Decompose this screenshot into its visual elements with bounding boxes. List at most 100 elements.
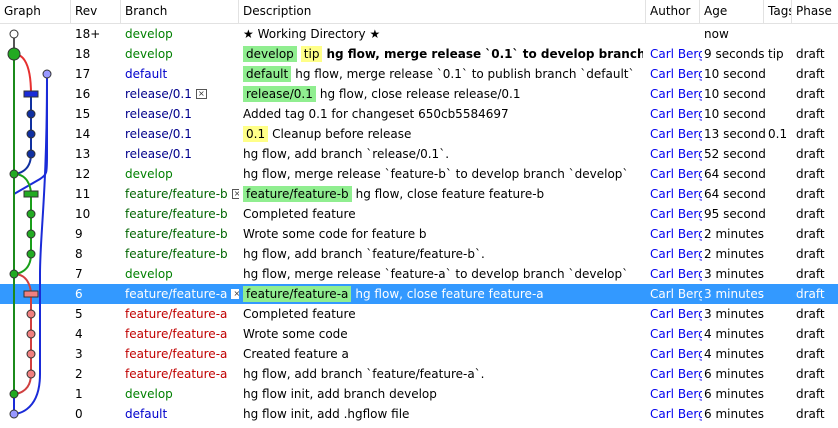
column-header-branch[interactable]: Branch <box>121 0 239 23</box>
age-cell: 10 seconds <box>704 107 766 121</box>
tags-cell <box>768 64 796 84</box>
branch-cell: develop <box>125 384 239 404</box>
table-row[interactable]: 11 feature/feature-b × feature/feature-b hg … <box>0 184 838 204</box>
author-link[interactable]: Carl Berg <box>650 244 702 264</box>
tags-cell <box>768 104 796 124</box>
table-row[interactable]: 1 develop hg flow init, add branch develop… <box>0 384 838 404</box>
column-header-description[interactable]: Description <box>239 0 646 23</box>
author-link[interactable]: Carl Berg <box>650 404 702 424</box>
node-8[interactable] <box>26 249 36 259</box>
age-cell: 2 minutes <box>704 247 765 261</box>
table-row[interactable]: 13 release/0.1 hg flow, add branch `releas… <box>0 144 838 164</box>
author-link[interactable]: Carl Berg <box>650 384 702 404</box>
table-row[interactable]: 18+ develop ★ Working Directory ★ now <box>0 24 838 44</box>
author-link[interactable]: Carl Berg <box>650 224 702 244</box>
author-link[interactable]: Carl Berg <box>650 164 702 184</box>
table-row[interactable]: 18 develop develop tip hg flow, merge releas… <box>0 44 838 64</box>
node-0[interactable] <box>9 409 19 419</box>
branch-label: feature/feature-b <box>125 207 228 221</box>
tags-cell <box>768 324 796 344</box>
node-7[interactable] <box>9 269 19 279</box>
author-link[interactable]: Carl Berg <box>650 104 702 124</box>
table-row[interactable]: 8 feature/feature-b hg flow, add branch `f… <box>0 244 838 264</box>
node-5[interactable] <box>26 309 36 319</box>
age-cell: 4 minutes <box>704 347 765 361</box>
description-text: hg flow, add branch `feature/feature-a`. <box>243 367 485 381</box>
age-cell: 95 seconds <box>704 207 766 221</box>
author-link[interactable]: Carl Berg <box>650 124 702 144</box>
node-11-closed[interactable] <box>23 190 39 198</box>
description-cell: Added tag 0.1 for changeset 650cb5584697 <box>243 104 643 124</box>
description-cell: Created feature a <box>243 344 643 364</box>
tags-cell: tip <box>768 47 784 61</box>
author-link[interactable]: Carl Berg <box>650 184 702 204</box>
age-cell: 10 seconds <box>704 87 766 101</box>
age-cell: 6 minutes <box>704 387 765 401</box>
author-link[interactable]: Carl Berg <box>650 64 702 84</box>
node-10[interactable] <box>26 209 36 219</box>
rev-cell: 18+ <box>75 27 101 41</box>
table-row[interactable]: 17 default default hg flow, merge release `… <box>0 64 838 84</box>
node-9[interactable] <box>26 229 36 239</box>
node-14[interactable] <box>26 129 36 139</box>
description-text: ★ Working Directory ★ <box>243 27 381 41</box>
table-row[interactable]: 10 feature/feature-b Completed feature Carl… <box>0 204 838 224</box>
tags-cell <box>768 184 796 204</box>
table-row[interactable]: 12 develop hg flow, merge release `feature… <box>0 164 838 184</box>
rev-cell: 8 <box>75 247 83 261</box>
table-row[interactable]: 5 feature/feature-a Completed feature Carl … <box>0 304 838 324</box>
column-header-tags[interactable]: Tags <box>764 0 792 23</box>
author-link[interactable]: Carl Berg <box>650 144 702 164</box>
author-link[interactable]: Carl Berg <box>650 304 702 324</box>
column-header-phase[interactable]: Phase <box>792 0 838 23</box>
table-row[interactable]: 7 develop hg flow, merge release `feature-… <box>0 264 838 284</box>
author-link[interactable]: Carl Berg <box>650 284 702 304</box>
author-link[interactable]: Carl Berg <box>650 364 702 384</box>
node-18[interactable] <box>7 47 21 61</box>
node-3[interactable] <box>26 349 36 359</box>
author-link[interactable] <box>650 24 702 44</box>
rev-cell: 11 <box>75 187 91 201</box>
author-link[interactable]: Carl Berg <box>650 324 702 344</box>
table-row[interactable]: 16 release/0.1 × release/0.1 hg flow, close … <box>0 84 838 104</box>
table-row[interactable]: 15 release/0.1 Added tag 0.1 for changeset… <box>0 104 838 124</box>
node-16-closed[interactable] <box>23 90 39 98</box>
branch-cell: develop <box>125 264 239 284</box>
node-1[interactable] <box>9 389 19 399</box>
branch-label: feature/feature-a <box>125 367 228 381</box>
author-link[interactable]: Carl Berg <box>650 344 702 364</box>
node-17[interactable] <box>42 69 52 79</box>
column-header-rev[interactable]: Rev <box>71 0 121 23</box>
rev-cell: 0 <box>75 407 83 421</box>
rev-cell: 12 <box>75 167 91 181</box>
description-cell: feature/feature-b hg flow, close feature … <box>243 184 643 204</box>
author-link[interactable]: Carl Berg <box>650 204 702 224</box>
table-row[interactable]: 2 feature/feature-a hg flow, add branch `f… <box>0 364 838 384</box>
table-row[interactable]: 3 feature/feature-a Created feature a Carl … <box>0 344 838 364</box>
branch-cell: develop <box>125 44 239 64</box>
table-row[interactable]: 6 feature/feature-a × feature/feature-a hg f… <box>0 284 838 304</box>
rev-cell: 7 <box>75 267 83 281</box>
author-link[interactable]: Carl Berg <box>650 44 702 64</box>
description-cell: develop tip hg flow, merge release `0.1` t… <box>243 44 643 64</box>
description-cell: default hg flow, merge release `0.1` to p… <box>243 64 643 84</box>
node-4[interactable] <box>26 329 36 339</box>
column-header-age[interactable]: Age <box>700 0 764 23</box>
node-13[interactable] <box>26 149 36 159</box>
table-row[interactable]: 0 default hg flow init, add .hgflow file Ca… <box>0 404 838 424</box>
node-15[interactable] <box>26 109 36 119</box>
table-row[interactable]: 4 feature/feature-a Wrote some code Carl Be… <box>0 324 838 344</box>
branch-tag-chip: default <box>243 66 292 82</box>
working-dir-node[interactable] <box>9 29 19 39</box>
column-header-graph[interactable]: Graph <box>0 0 71 23</box>
author-link[interactable]: Carl Berg <box>650 264 702 284</box>
node-6-closed[interactable] <box>23 290 39 298</box>
node-12[interactable] <box>9 169 19 179</box>
column-header-author[interactable]: Author <box>646 0 700 23</box>
table-row[interactable]: 9 feature/feature-b Wrote some code for fe… <box>0 224 838 244</box>
description-cell: Wrote some code for feature b <box>243 224 643 244</box>
author-link[interactable]: Carl Berg <box>650 84 702 104</box>
node-2[interactable] <box>26 369 36 379</box>
table-row[interactable]: 14 release/0.1 0.1 Cleanup before release Ca… <box>0 124 838 144</box>
rev-cell: 17 <box>75 67 91 81</box>
